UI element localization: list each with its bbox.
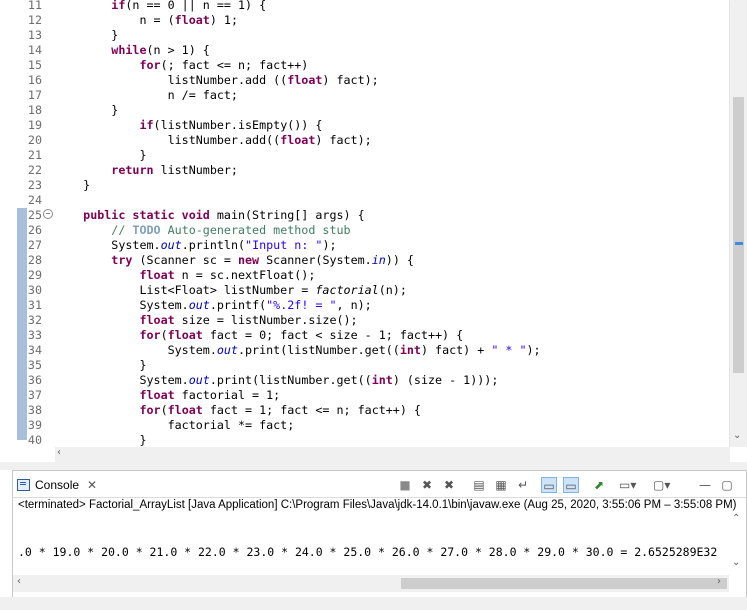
pin-console-icon[interactable]: ⬈ <box>591 477 607 493</box>
clear-console-icon[interactable]: ▤ <box>471 477 487 493</box>
code-text: if(listNumber.isEmpty()) { <box>139 118 323 132</box>
console-tab-label: Console <box>35 478 80 492</box>
code-text: } <box>139 358 147 372</box>
status-bar <box>0 597 747 610</box>
line-number: 13 <box>27 28 42 42</box>
code-text: for(; fact <= n; fact++) <box>139 58 309 72</box>
line-number: 30 <box>27 283 42 297</box>
line-number: 27 <box>27 238 42 252</box>
line-number: 36 <box>27 373 42 387</box>
view-separator <box>0 462 747 470</box>
console-tab-bar: Console ✕ ■ ✖ ✖ ▤ ▦ ↵ ▭ ▭ ⬈ ▭▾ ▢▾ — ▢ <box>13 471 746 498</box>
show-on-stdout-icon[interactable]: ▭ <box>541 477 557 493</box>
line-number: 37 <box>27 388 42 402</box>
console-scroll-right-icon[interactable]: › <box>717 576 721 587</box>
console-view[interactable]: Console ✕ ■ ✖ ✖ ▤ ▦ ↵ ▭ ▭ ⬈ ▭▾ ▢▾ — ▢ <t… <box>12 470 747 610</box>
open-console-icon[interactable]: ▢▾ <box>653 477 670 493</box>
code-text: return listNumber; <box>111 163 238 177</box>
line-number: 33 <box>27 328 42 342</box>
line-number: 34 <box>27 343 42 357</box>
minimize-icon[interactable]: — <box>697 477 713 493</box>
code-text: listNumber.add((float) fact); <box>167 133 372 147</box>
line-number: 35 <box>27 358 42 372</box>
line-number: 32 <box>27 313 42 327</box>
scroll-up-icon[interactable]: ⌃ <box>733 0 741 8</box>
code-text: System.out.printf("%.2f! = ", n); <box>139 298 372 312</box>
line-number: 39 <box>27 418 42 432</box>
line-number: 16 <box>27 73 42 87</box>
code-text: for(float fact = 0; fact < size - 1; fac… <box>139 328 464 342</box>
maximize-icon[interactable]: ▢ <box>719 477 735 493</box>
tab-console[interactable]: Console ✕ <box>17 474 97 496</box>
code-text: System.out.println("Input n: "); <box>111 238 337 252</box>
code-text: System.out.print(listNumber.get((int) (s… <box>139 373 499 387</box>
editor-horizontal-scrollbar[interactable]: ‹ <box>55 447 730 462</box>
line-number: 15 <box>27 58 42 72</box>
line-number: 28 <box>27 253 42 267</box>
code-text: while(n > 1) { <box>111 43 210 57</box>
close-icon[interactable]: ✕ <box>87 478 97 492</box>
line-number: 17 <box>27 88 42 102</box>
code-text: } <box>139 433 147 447</box>
console-scroll-left-icon[interactable]: ‹ <box>17 576 21 587</box>
scroll-down-icon[interactable]: ⌄ <box>733 430 741 441</box>
line-number: 40 <box>27 433 42 447</box>
code-text: float factorial = 1; <box>139 388 281 402</box>
terminate-icon[interactable]: ■ <box>397 477 413 493</box>
code-text: // TODO Auto-generated method stub <box>111 223 351 237</box>
editor-vertical-scrollbar[interactable]: ⌃ ⌄ <box>729 0 747 447</box>
line-number: 12 <box>27 13 42 27</box>
editor-scroll-thumb[interactable] <box>733 97 744 373</box>
line-number: 19 <box>27 118 42 132</box>
line-number: 23 <box>27 178 42 192</box>
display-console-icon[interactable]: ▭▾ <box>619 477 636 493</box>
overview-ruler-marker[interactable] <box>735 242 743 245</box>
console-icon <box>17 479 30 491</box>
line-number: 26 <box>27 223 42 237</box>
line-number: 11 <box>27 0 42 12</box>
code-text: if(n == 0 || n == 1) { <box>111 0 267 12</box>
code-text: float size = listNumber.size(); <box>139 313 358 327</box>
line-number: 21 <box>27 148 42 162</box>
code-text: public static void main(String[] args) { <box>83 208 365 222</box>
console-scroll-thumb[interactable] <box>401 578 727 589</box>
line-number: 20 <box>27 133 42 147</box>
code-text: } <box>111 28 119 42</box>
code-text: List<Float> listNumber = factorial(n); <box>139 283 407 297</box>
code-text: } <box>139 148 147 162</box>
code-text: for(float fact = 1; fact <= n; fact++) { <box>139 403 421 417</box>
code-text: n = (float) 1; <box>139 13 238 27</box>
line-number: 22 <box>27 163 42 177</box>
console-status-line: <terminated> Factorial_ArrayList [Java A… <box>18 499 737 511</box>
code-editor[interactable]: 11 if(n == 0 || n == 1) { 12 n = (float) … <box>0 0 747 462</box>
scroll-left-icon[interactable]: ‹ <box>57 447 61 458</box>
fold-collapse-icon[interactable]: − <box>43 209 53 219</box>
remove-all-icon[interactable]: ✖ <box>441 477 457 493</box>
line-number: 31 <box>27 298 42 312</box>
console-scroll-down-icon[interactable]: ⌄ <box>732 557 740 568</box>
line-number: 24 <box>27 193 42 207</box>
show-on-stderr-icon[interactable]: ▭ <box>563 477 579 493</box>
code-text: factorial *= fact; <box>167 418 295 432</box>
code-text: System.out.print(listNumber.get((int) fa… <box>167 343 541 357</box>
line-number: 18 <box>27 103 42 117</box>
code-text: n /= fact; <box>167 88 238 102</box>
code-text: } <box>111 103 119 117</box>
code-text: } <box>83 178 91 192</box>
line-number: 14 <box>27 43 42 57</box>
console-horizontal-scrollbar[interactable]: ‹ › <box>13 575 729 592</box>
line-number: 25 <box>27 208 42 222</box>
scroll-lock-icon[interactable]: ▦ <box>493 477 509 493</box>
code-text: float n = sc.nextFloat(); <box>139 268 316 282</box>
remove-launch-icon[interactable]: ✖ <box>419 477 435 493</box>
word-wrap-icon[interactable]: ↵ <box>515 477 531 493</box>
console-vertical-scrollbar[interactable]: ⌃ ⌄ <box>729 513 746 575</box>
code-text: try (Scanner sc = new Scanner(System.in)… <box>111 253 414 267</box>
code-text: listNumber.add ((float) fact); <box>167 73 379 87</box>
line-number: 29 <box>27 268 42 282</box>
console-output[interactable]: .0 * 19.0 * 20.0 * 21.0 * 22.0 * 23.0 * … <box>18 545 717 559</box>
console-scroll-up-icon[interactable]: ⌃ <box>732 513 740 524</box>
line-number: 38 <box>27 403 42 417</box>
